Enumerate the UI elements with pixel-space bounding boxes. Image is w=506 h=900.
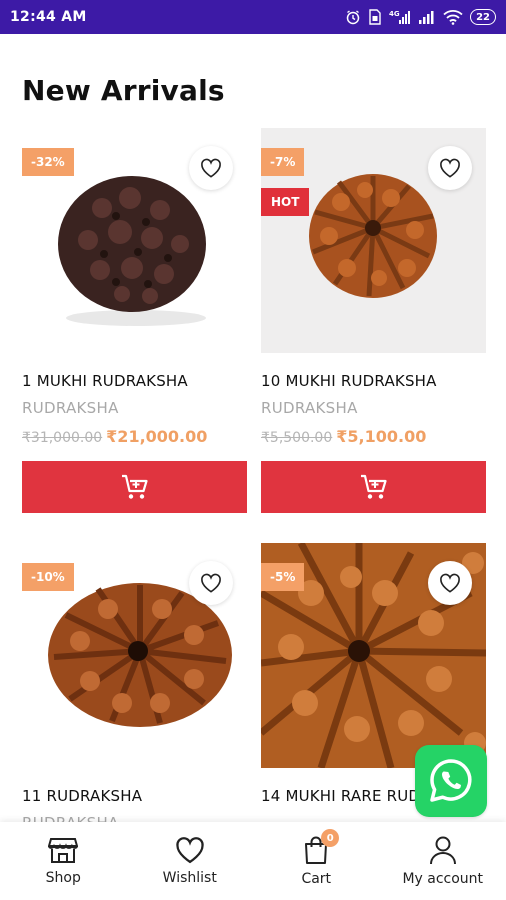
product-card[interactable]: -10% 11 RUDRAKSHA RUDRAKSHA [22,543,247,832]
wifi-icon [443,9,463,25]
wishlist-button[interactable] [428,561,472,605]
sale-price: ₹21,000.00 [106,427,208,446]
sale-price: ₹5,100.00 [336,427,427,446]
cart-icon [360,474,387,499]
old-price: ₹31,000.00 [22,430,103,446]
product-image[interactable]: -5% [261,543,486,768]
nav-item-my-account[interactable]: My account [380,835,506,887]
battery-icon: 22 [470,9,496,25]
status-time: 12:44 AM [10,9,87,25]
add-to-cart-button[interactable] [22,461,247,513]
heart-icon [176,837,204,864]
shop-icon [48,838,79,863]
wishlist-button[interactable] [428,146,472,190]
product-name[interactable]: 10 MUKHI RUDRAKSHA [261,369,486,393]
add-to-cart-button[interactable] [261,461,486,513]
nav-item-wishlist[interactable]: Wishlist [127,836,253,886]
product-category[interactable]: RUDRAKSHA [22,399,247,417]
old-price: ₹5,500.00 [261,430,333,446]
status-icons: 4G 22 [345,9,496,25]
cart-count-badge: 0 [321,829,340,847]
nav-label: Wishlist [162,870,217,886]
status-bar: 12:44 AM 4G 22 [0,0,506,34]
wishlist-button[interactable] [189,146,233,190]
discount-badge: -5% [261,563,305,591]
product-image[interactable]: -10% [22,543,247,768]
heart-icon [440,158,460,178]
svg-text:4G: 4G [389,10,400,18]
product-card[interactable]: -7% HOT 10 MUKHI RUDRAKSHA RUDRAKSHA ₹5,… [261,128,486,513]
product-name[interactable]: 11 RUDRAKSHA [22,784,247,808]
product-price: ₹31,000.00 ₹21,000.00 [22,427,247,446]
signal-4g-icon: 4G [389,9,411,25]
product-image[interactable]: -7% HOT [261,128,486,353]
nav-label: Shop [45,870,81,886]
cart-icon [121,474,148,499]
product-name[interactable]: 1 MUKHI RUDRAKSHA [22,369,247,393]
heart-icon [201,573,221,593]
heart-icon [440,573,460,593]
hot-badge: HOT [261,188,310,216]
nav-label: My account [402,871,484,887]
whatsapp-button[interactable] [415,745,487,817]
alarm-icon [345,9,361,25]
discount-badge: -10% [22,563,74,591]
whatsapp-icon [430,759,472,802]
bottom-nav: Shop Wishlist 0 Cart My account [0,822,506,900]
heart-icon [201,158,221,178]
discount-badge: -7% [261,148,305,176]
product-image[interactable]: -32% [22,128,247,353]
signal-icon [418,9,436,25]
sim-icon [368,9,382,25]
nav-label: Cart [301,871,332,887]
nav-item-cart[interactable]: 0 Cart [253,829,379,887]
product-card[interactable]: -32% 1 MUKHI RUDRAKSHA RUDRAKSHA ₹31,000… [22,128,247,513]
user-icon [429,836,456,865]
discount-badge: -32% [22,148,74,176]
page-title: New Arrivals [22,74,225,107]
product-grid: -32% 1 MUKHI RUDRAKSHA RUDRAKSHA ₹31,000… [22,128,486,832]
product-price: ₹5,500.00 ₹5,100.00 [261,427,486,446]
product-category[interactable]: RUDRAKSHA [261,399,486,417]
wishlist-button[interactable] [189,561,233,605]
nav-item-shop[interactable]: Shop [0,836,126,886]
